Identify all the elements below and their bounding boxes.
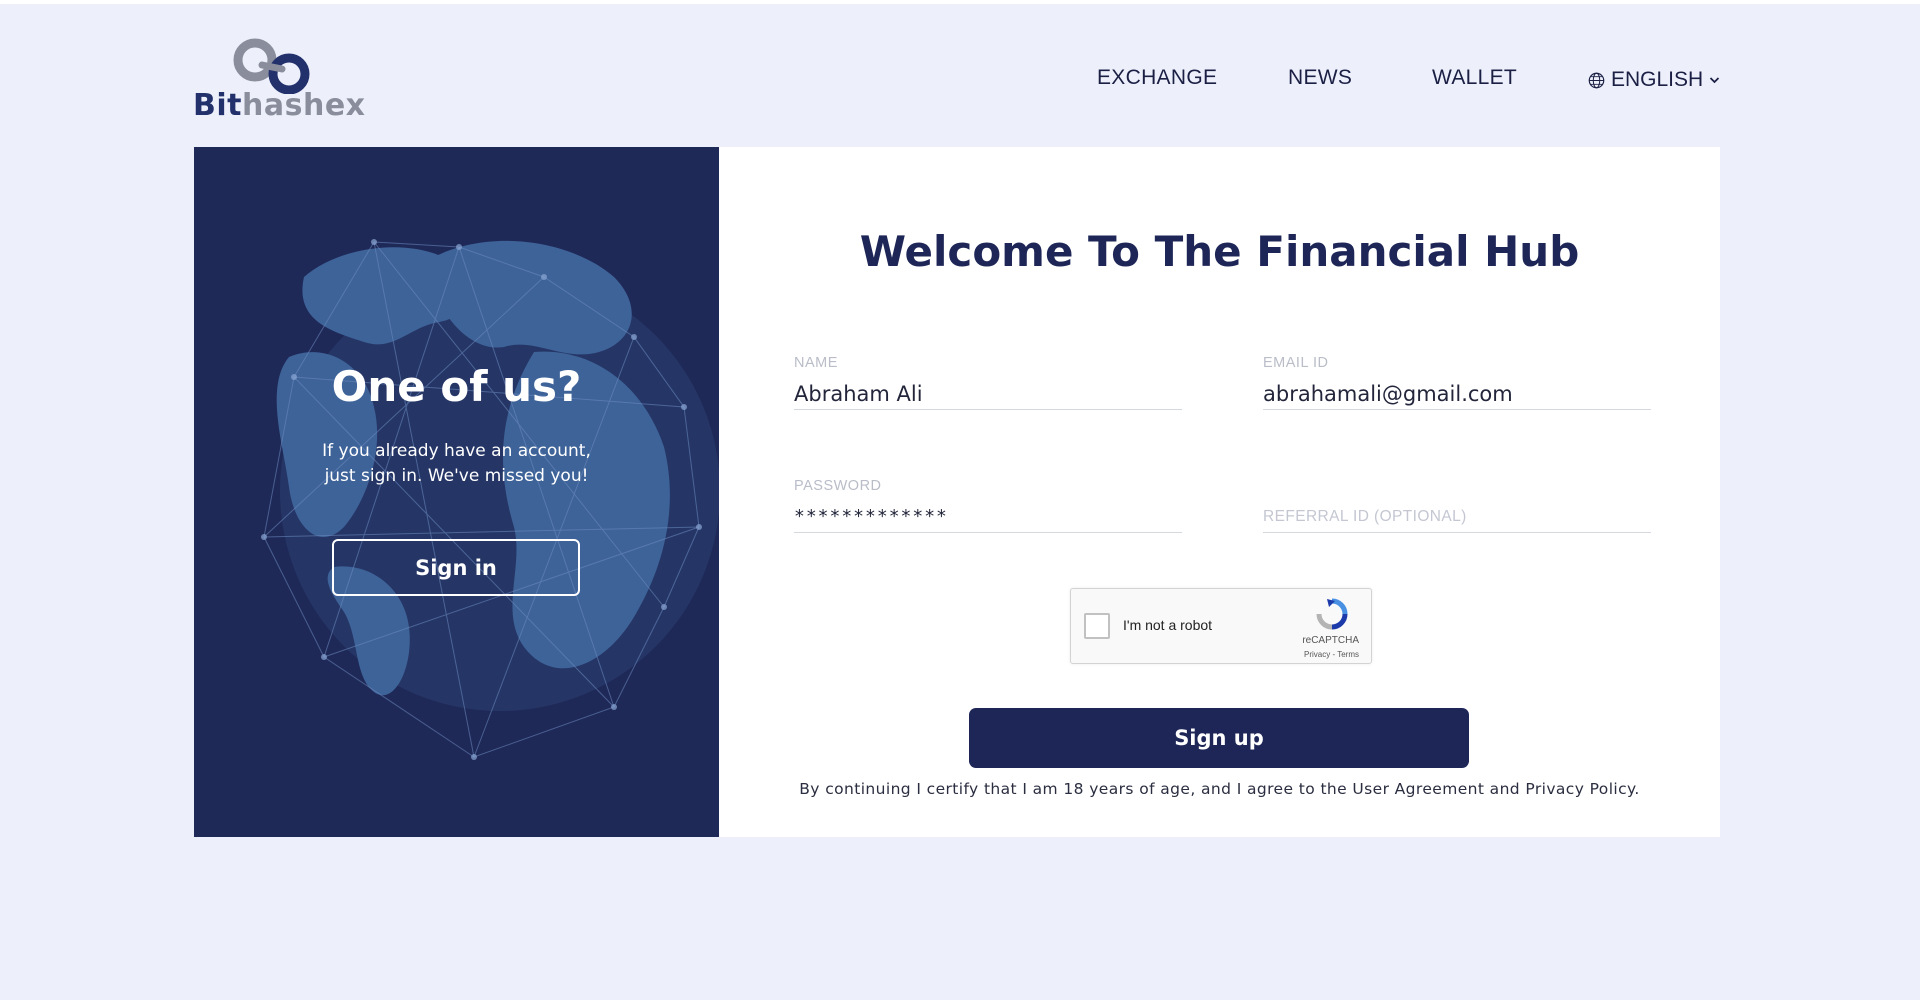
recaptcha-brand: reCAPTCHA (1302, 635, 1359, 646)
promo-subtitle: If you already have an account, just sig… (322, 441, 591, 486)
referral-underline (1263, 532, 1651, 533)
name-field[interactable]: NAME Abraham Ali (794, 355, 1182, 410)
page-title: Welcome To The Financial Hub (859, 227, 1580, 276)
recaptcha-widget: I'm not a robot reCAPTCHA Privacy - Term… (1070, 588, 1372, 664)
signup-card: One of us? If you already have an accoun… (194, 147, 1720, 837)
name-underline (794, 409, 1182, 410)
globe-icon (1588, 72, 1605, 88)
world-network-illustration (261, 239, 719, 760)
password-input[interactable]: ************* (794, 502, 1182, 532)
top-strip (0, 0, 1920, 4)
link-chain-icon (233, 38, 310, 94)
nav-exchange[interactable]: EXCHANGE (1097, 66, 1217, 94)
email-label: EMAIL ID (1263, 355, 1329, 371)
language-selector[interactable]: ENGLISH (1588, 66, 1720, 94)
email-underline (1263, 409, 1651, 410)
chevron-down-icon (1710, 77, 1720, 84)
password-underline (794, 532, 1182, 533)
email-input[interactable]: abrahamali@gmail.com (1263, 379, 1651, 409)
referral-input[interactable]: REFERRAL ID (OPTIONAL) (1263, 502, 1651, 532)
recaptcha-checkbox[interactable] (1084, 613, 1110, 639)
password-label: PASSWORD (794, 478, 882, 494)
recaptcha-text: I'm not a robot (1123, 617, 1213, 633)
signup-form: Welcome To The Financial Hub NAME Abraha… (719, 147, 1720, 837)
promo-title: One of us? (331, 362, 582, 411)
password-field[interactable]: PASSWORD ************* (794, 478, 1182, 533)
recaptcha-terms[interactable]: Privacy - Terms (1304, 650, 1359, 659)
signin-button[interactable]: Sign in (332, 539, 580, 596)
nav-news[interactable]: NEWS (1288, 66, 1352, 94)
nav-wallet[interactable]: WALLET (1432, 66, 1517, 94)
language-label: ENGLISH (1611, 68, 1704, 91)
name-input[interactable]: Abraham Ali (794, 379, 1182, 409)
referral-field[interactable]: REFERRAL ID (OPTIONAL) (1263, 478, 1651, 533)
name-label: NAME (794, 355, 838, 371)
signup-button[interactable]: Sign up (969, 708, 1469, 768)
recaptcha-icon (1316, 598, 1348, 630)
bithashex-logo[interactable]: Bithashex (193, 38, 365, 124)
logo-wordmark: Bithashex (193, 88, 366, 123)
signin-promo-panel: One of us? If you already have an accoun… (194, 147, 719, 837)
email-field[interactable]: EMAIL ID abrahamali@gmail.com (1263, 355, 1651, 410)
legal-notice: By continuing I certify that I am 18 yea… (799, 780, 1640, 798)
